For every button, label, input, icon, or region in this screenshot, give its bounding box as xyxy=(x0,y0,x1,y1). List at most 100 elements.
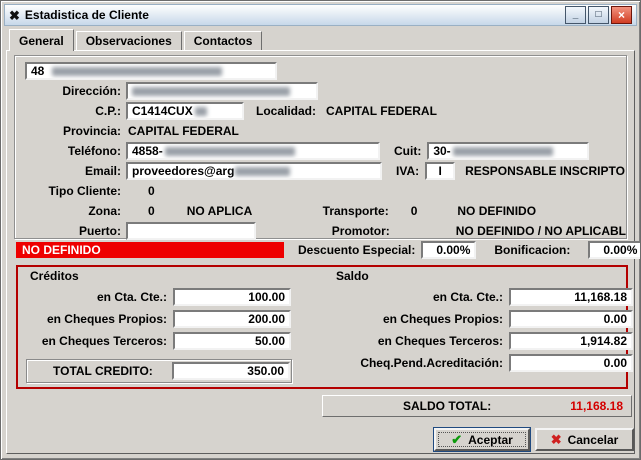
minimize-button[interactable]: _ xyxy=(565,6,586,24)
saldo-row: Cheq.Pend.Acreditación: 0.00 xyxy=(318,353,633,373)
iva-label: IVA: xyxy=(396,164,419,178)
creditos-cta-cte-value: 100.00 xyxy=(248,290,285,304)
window-title: Estadistica de Cliente xyxy=(25,8,149,22)
bonificacion-label: Bonificacion: xyxy=(494,243,570,257)
aceptar-label: Aceptar xyxy=(468,433,513,447)
redacted-cp xyxy=(195,107,207,116)
telefono-label: Teléfono: xyxy=(21,144,126,158)
creditos-row: en Cheques Terceros: 50.00 xyxy=(22,331,291,351)
provincia-label: Provincia: xyxy=(21,124,126,138)
localidad-value: CAPITAL FEDERAL xyxy=(326,104,437,118)
telefono-cuit-row: Teléfono: 4858- Cuit: 30- xyxy=(15,141,626,161)
email-input[interactable]: proveedores@arg xyxy=(126,162,382,180)
app-icon: ✖ xyxy=(9,9,20,22)
client-info-panel: 48 Dirección: C.P.: C1414CUX Localidad: … xyxy=(14,55,627,239)
saldo-cheq-pend-field: 0.00 xyxy=(509,354,633,372)
cp-input[interactable]: C1414CUX xyxy=(126,102,244,120)
telefono-value: 4858- xyxy=(132,144,163,158)
creditos-saldo-groupbox: Créditos Saldo en Cta. Cte.: 100.00 en C… xyxy=(16,265,628,389)
puerto-input[interactable] xyxy=(126,222,256,240)
creditos-row: en Cta. Cte.: 100.00 xyxy=(22,287,291,307)
aceptar-button[interactable]: ✔ Aceptar xyxy=(434,428,530,451)
puerto-label: Puerto: xyxy=(21,224,126,238)
cuit-value: 30- xyxy=(433,144,450,158)
zona-label: Zona: xyxy=(21,204,126,218)
saldo-cheques-terceros-field: 1,914.82 xyxy=(509,332,633,350)
cancelar-label: Cancelar xyxy=(568,433,619,447)
saldo-total-label: SALDO TOTAL: xyxy=(403,399,491,413)
direccion-label: Dirección: xyxy=(21,84,126,98)
direccion-input[interactable] xyxy=(126,82,318,100)
iva-description: RESPONSABLE INSCRIPTO xyxy=(465,164,625,178)
bonificacion-value: 0.00% xyxy=(603,243,637,257)
descuento-value: 0.00% xyxy=(436,243,470,257)
window-controls: _ □ × xyxy=(565,6,632,24)
tipo-cliente-row: Tipo Cliente: 0 xyxy=(15,181,626,201)
promotor-label: Promotor: xyxy=(306,224,390,238)
saldo-cheques-propios-field: 0.00 xyxy=(509,310,633,328)
provincia-row: Provincia: CAPITAL FEDERAL xyxy=(15,121,626,141)
check-icon: ✔ xyxy=(451,432,462,448)
cp-label: C.P.: xyxy=(21,104,126,118)
localidad-label: Localidad: xyxy=(256,104,316,118)
transporte-description: NO DEFINIDO xyxy=(457,204,536,218)
saldo-cheq-pend-value: 0.00 xyxy=(604,356,627,370)
redacted-client-name xyxy=(52,67,222,76)
saldo-row-label: en Cta. Cte.: xyxy=(318,290,509,304)
zona-value: 0 xyxy=(148,204,155,218)
tab-contactos[interactable]: Contactos xyxy=(184,31,263,50)
creditos-row-label: en Cheques Propios: xyxy=(22,312,173,326)
cp-value: C1414CUX xyxy=(132,104,193,118)
redacted-cuit xyxy=(453,147,553,156)
descuento-field: 0.00% xyxy=(421,241,476,259)
saldo-cta-cte-value: 11,168.18 xyxy=(574,290,627,304)
close-button[interactable]: × xyxy=(611,6,632,24)
saldo-total-panel: SALDO TOTAL: 11,168.18 xyxy=(322,395,632,417)
creditos-cta-cte-field: 100.00 xyxy=(173,288,291,306)
client-code-row: 48 xyxy=(15,61,626,81)
email-label: Email: xyxy=(21,164,126,178)
tab-page-general: 48 Dirección: C.P.: C1414CUX Localidad: … xyxy=(6,50,635,454)
client-statistics-dialog: ✖ Estadistica de Cliente _ □ × General O… xyxy=(0,0,641,460)
client-code-value: 48 xyxy=(31,64,44,78)
direccion-row: Dirección: xyxy=(15,81,626,101)
tab-general[interactable]: General xyxy=(9,29,74,51)
saldo-title: Saldo xyxy=(336,269,369,283)
saldo-row-label: en Cheques Propios: xyxy=(318,312,509,326)
iva-code-input[interactable]: I xyxy=(425,162,455,180)
zona-transporte-row: Zona: 0 NO APLICA Transporte: 0 NO DEFIN… xyxy=(15,201,626,221)
total-credito-panel: TOTAL CREDITO: 350.00 xyxy=(26,359,292,383)
cuit-label: Cuit: xyxy=(394,144,421,158)
redacted-telefono xyxy=(165,147,295,156)
bonificacion-field: 0.00% xyxy=(588,241,641,259)
promotor-value: NO DEFINIDO / NO APLICABL xyxy=(456,224,626,238)
title-bar[interactable]: ✖ Estadistica de Cliente _ □ × xyxy=(4,4,637,26)
tab-strip: General Observaciones Contactos xyxy=(9,29,264,50)
cancelar-button[interactable]: ✖ Cancelar xyxy=(535,428,634,451)
cp-localidad-row: C.P.: C1414CUX Localidad: CAPITAL FEDERA… xyxy=(15,101,626,121)
descuento-label: Descuento Especial: xyxy=(298,243,415,257)
telefono-input[interactable]: 4858- xyxy=(126,142,380,160)
creditos-row-label: en Cta. Cte.: xyxy=(22,290,173,304)
tipo-cliente-label: Tipo Cliente: xyxy=(21,184,126,198)
tab-observaciones[interactable]: Observaciones xyxy=(76,31,182,50)
puerto-promotor-row: Puerto: Promotor: NO DEFINIDO / NO APLIC… xyxy=(15,221,626,241)
client-code-input[interactable]: 48 xyxy=(25,62,277,80)
total-credito-label: TOTAL CREDITO: xyxy=(27,364,172,378)
saldo-row-label: en Cheques Terceros: xyxy=(318,334,509,348)
provincia-value: CAPITAL FEDERAL xyxy=(128,124,239,138)
creditos-cheques-terceros-field: 50.00 xyxy=(173,332,291,350)
creditos-row: en Cheques Propios: 200.00 xyxy=(22,309,291,329)
saldo-row-label: Cheq.Pend.Acreditación: xyxy=(318,356,509,370)
redacted-direccion xyxy=(132,87,290,96)
creditos-cheques-propios-value: 200.00 xyxy=(248,312,285,326)
email-iva-row: Email: proveedores@arg IVA: I RESPONSABL… xyxy=(15,161,626,181)
tipo-cliente-value: 0 xyxy=(148,184,155,198)
maximize-button[interactable]: □ xyxy=(588,6,609,24)
cuit-input[interactable]: 30- xyxy=(427,142,589,160)
saldo-cta-cte-field: 11,168.18 xyxy=(509,288,633,306)
creditos-cheques-propios-field: 200.00 xyxy=(173,310,291,328)
transporte-value: 0 xyxy=(411,204,418,218)
creditos-cheques-terceros-value: 50.00 xyxy=(255,334,285,348)
saldo-cheques-propios-value: 0.00 xyxy=(604,312,627,326)
